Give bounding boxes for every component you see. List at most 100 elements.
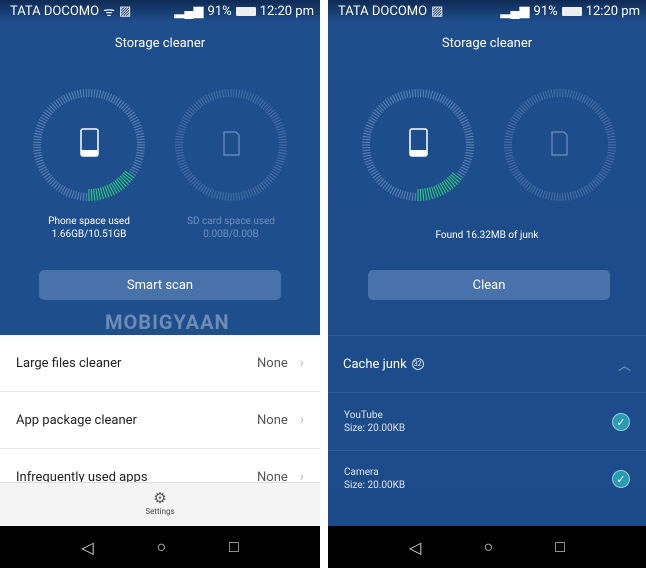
ring-tick xyxy=(606,154,615,158)
ring-tick xyxy=(550,89,553,98)
progress-tick xyxy=(93,188,96,201)
ring-tick xyxy=(363,132,372,136)
home-icon[interactable]: ○ xyxy=(156,537,166,557)
ring-tick xyxy=(213,91,217,100)
ring-tick xyxy=(536,93,541,102)
check-icon[interactable]: ✓ xyxy=(612,470,630,488)
image-icon: ▨ xyxy=(118,3,132,19)
storage-rings xyxy=(362,89,616,201)
ring-tick xyxy=(364,159,373,163)
ring-tick xyxy=(505,132,514,136)
ring-tick xyxy=(277,132,286,136)
ring-tick xyxy=(65,188,70,197)
progress-tick xyxy=(424,188,428,201)
ring-tick xyxy=(175,152,184,155)
ring-tick xyxy=(545,90,549,99)
ring-tick xyxy=(603,164,612,169)
ring-tick xyxy=(277,130,286,134)
ring-tick xyxy=(394,93,399,102)
ring-tick xyxy=(68,189,73,198)
ring-tick xyxy=(135,156,144,160)
ring-tick xyxy=(411,192,414,201)
phone-space: Phone space used 1.66GB/10.51GB xyxy=(24,215,154,241)
ring-tick xyxy=(542,190,546,199)
ring-tick xyxy=(422,89,425,98)
list-item[interactable]: App package cleaner None › xyxy=(0,392,320,449)
ring-tick xyxy=(363,154,372,158)
ring-tick xyxy=(207,93,212,102)
image-icon: ▨ xyxy=(431,3,444,19)
ring-tick xyxy=(177,159,186,163)
sd-ring xyxy=(175,89,287,201)
ring-tick xyxy=(461,164,470,169)
ring-tick xyxy=(504,152,513,155)
ring-tick xyxy=(545,191,549,200)
progress-tick xyxy=(441,181,449,193)
ring-tick xyxy=(579,188,584,197)
check-icon[interactable]: ✓ xyxy=(612,412,630,431)
ring-tick xyxy=(79,89,82,98)
battery-percent: 91% xyxy=(207,3,232,19)
signal-icon: ▂▄▆ xyxy=(174,4,204,19)
ring-tick xyxy=(135,130,144,134)
ring-tick xyxy=(408,192,411,201)
ring-tick xyxy=(82,192,85,201)
ring-tick xyxy=(210,189,215,198)
ring-tick xyxy=(363,156,372,160)
progress-tick xyxy=(422,188,425,201)
ring-tick xyxy=(553,89,556,98)
cleaner-list: Large files cleaner None › App package cle… xyxy=(0,335,320,506)
ring-tick xyxy=(278,152,287,155)
ring-tick xyxy=(405,191,409,200)
ring-tick xyxy=(571,191,575,200)
ring-tick xyxy=(576,92,581,101)
ring-tick xyxy=(71,190,75,199)
recents-icon[interactable]: □ xyxy=(555,537,565,557)
ring-tick xyxy=(278,135,287,138)
list-item[interactable]: YouTube Size: 20.00KB ✓ xyxy=(328,393,646,450)
ring-tick xyxy=(504,138,513,141)
ring-tick xyxy=(240,90,244,99)
ring-tick xyxy=(365,124,374,129)
right-screen: TATA DOCOMO ▨ ▂▄▆ 91% 12:20 pm Storage c… xyxy=(328,0,646,568)
settings-button[interactable]: ⚙ Settings xyxy=(0,482,320,526)
ring-tick xyxy=(36,124,45,129)
battery-percent: 91% xyxy=(533,3,558,19)
ring-tick xyxy=(224,192,227,201)
ring-tick xyxy=(365,161,374,166)
progress-tick xyxy=(112,181,120,193)
ring-tick xyxy=(33,149,42,152)
progress-tick xyxy=(97,187,102,200)
ring-tick xyxy=(605,159,614,163)
list-item[interactable]: Large files cleaner None › xyxy=(0,335,320,392)
ring-tick xyxy=(33,138,42,141)
ring-tick xyxy=(567,89,570,98)
ring-tick xyxy=(35,127,44,131)
ring-tick xyxy=(235,89,238,98)
ring-tick xyxy=(179,164,188,169)
ring-tick xyxy=(362,152,371,155)
ring-tick xyxy=(276,159,285,163)
back-icon[interactable]: ◁ xyxy=(409,538,421,557)
ring-tick xyxy=(463,127,472,131)
ring-tick xyxy=(432,91,436,100)
clean-button[interactable]: Clean xyxy=(368,270,610,300)
ring-tick xyxy=(571,90,575,99)
junk-found: Found 16.32MB of junk xyxy=(435,230,539,241)
sd-card-icon xyxy=(223,131,240,156)
back-icon[interactable]: ◁ xyxy=(81,538,93,557)
ring-tick xyxy=(240,191,244,200)
cache-junk-header[interactable]: Cache junk 32 ︿ xyxy=(328,335,646,392)
recents-icon[interactable]: □ xyxy=(229,537,239,557)
chevron-up-icon[interactable]: ︿ xyxy=(618,355,631,374)
progress-tick xyxy=(90,188,93,201)
nav-bar: ◁ ○ □ xyxy=(0,526,320,568)
list-item[interactable]: Camera Size: 20.00KB ✓ xyxy=(328,450,646,507)
smart-scan-button[interactable]: Smart scan xyxy=(39,270,281,300)
home-icon[interactable]: ○ xyxy=(483,537,493,557)
app-size: Size: 20.00KB xyxy=(344,422,406,434)
phone-space-label: Phone space used xyxy=(48,216,130,227)
ring-tick xyxy=(74,191,78,200)
ring-tick xyxy=(37,121,46,126)
status-bar: TATA DOCOMO ᯤ ▨ ▂▄▆ 91% 12:20 pm xyxy=(0,0,320,22)
